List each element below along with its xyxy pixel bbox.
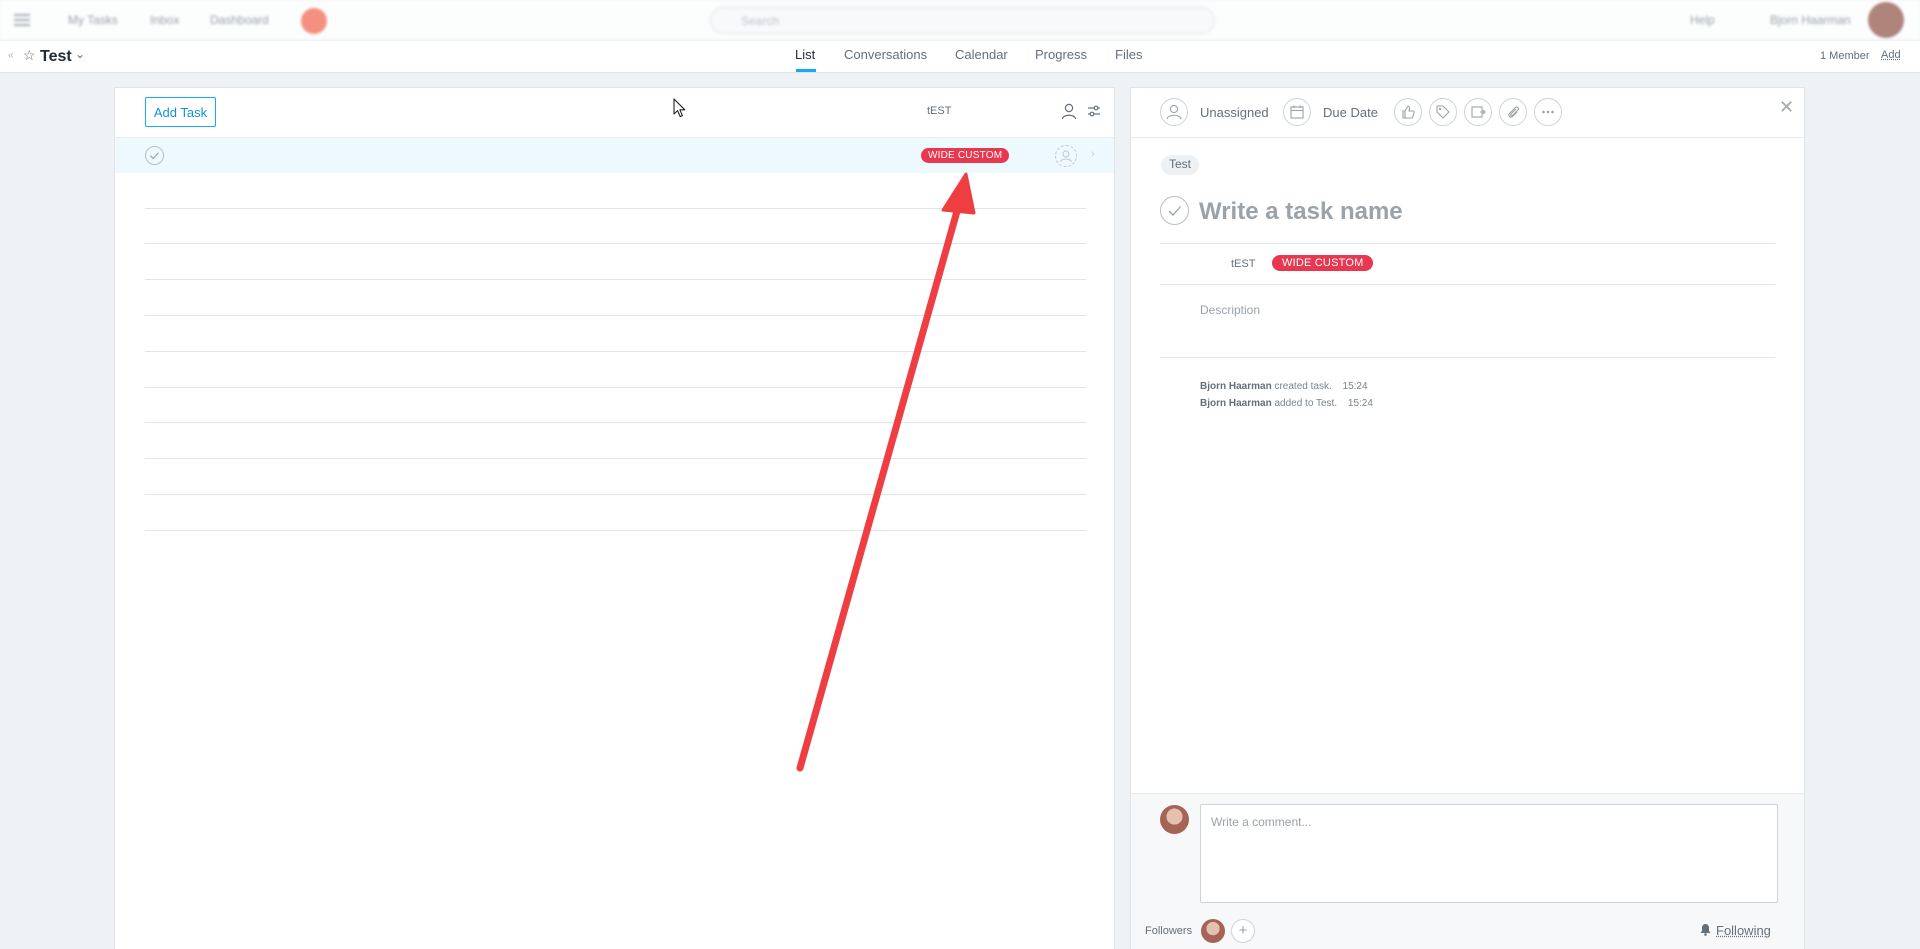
activity-action: created task. [1274,381,1331,392]
calendar-icon [1284,99,1310,125]
move-project-button[interactable] [1464,98,1492,126]
tab-calendar[interactable]: Calendar [955,47,1008,62]
add-member-link[interactable]: Add [1881,49,1901,61]
like-button[interactable] [1394,98,1422,126]
follower-avatar[interactable] [1201,919,1225,943]
organization-avatar[interactable] [301,8,327,34]
tags-button[interactable] [1429,98,1457,126]
empty-task-row[interactable] [145,315,1086,316]
empty-task-row[interactable] [145,279,1086,280]
empty-task-row[interactable] [145,422,1086,423]
tab-list[interactable]: List [795,47,815,62]
member-count[interactable]: 1 Member [1820,50,1870,62]
add-task-button[interactable]: Add Task [145,97,216,127]
due-date-label[interactable]: Due Date [1323,105,1378,120]
thumbs-up-icon [1395,99,1421,125]
tab-conversations[interactable]: Conversations [844,47,927,62]
project-chip[interactable]: Test [1161,155,1199,175]
person-icon [1161,99,1187,125]
activity-time: 15:24 [1348,398,1373,409]
activity-user[interactable]: Bjorn Haarman [1200,381,1272,392]
mouse-pointer-icon [673,98,687,118]
empty-task-row[interactable] [145,243,1086,244]
project-move-icon [1465,99,1491,125]
empty-task-row[interactable] [145,458,1086,459]
activity-time: 15:24 [1343,381,1368,392]
checkmark-icon [145,146,164,165]
user-avatar[interactable] [1868,2,1904,38]
ellipsis-icon [1535,99,1561,125]
search-input[interactable]: Search [710,7,1215,34]
tab-files[interactable]: Files [1115,47,1142,62]
custom-field-column-header[interactable]: tEST [927,105,951,117]
task-list-pane: Add Task tEST WIDE CUSTOM › [114,87,1115,949]
assignee-button[interactable] [1160,98,1188,126]
followers-label: Followers [1145,925,1192,937]
project-tabs: List Conversations Calendar Progress Fil… [0,41,1920,73]
task-complete-checkbox[interactable] [1160,196,1189,225]
task-complete-checkbox[interactable] [145,146,164,165]
assignee-filter-icon[interactable] [1061,103,1077,120]
search-placeholder: Search [741,14,779,28]
task-detail-pane: Unassigned Due Date ✕ Test Write a task … [1130,87,1805,949]
hamburger-menu-icon[interactable] [14,14,30,26]
activity-item: Bjorn Haarman added to Test. 15:24 [1200,398,1373,409]
top-navigation-bar: My Tasks Inbox Dashboard Search Help Bjo… [0,0,1920,41]
activity-item: Bjorn Haarman created task. 15:24 [1200,381,1368,392]
activity-action: added to Test. [1274,398,1337,409]
empty-task-row[interactable] [145,387,1086,388]
comment-input[interactable] [1200,804,1778,903]
paperclip-icon [1500,99,1526,125]
sort-options-icon[interactable] [1087,104,1101,118]
user-name[interactable]: Bjorn Haarman [1770,13,1851,27]
nav-dashboard[interactable]: Dashboard [210,13,269,27]
description-field[interactable]: Description [1200,303,1260,317]
row-open-chevron-icon[interactable]: › [1091,148,1095,160]
empty-task-row[interactable] [145,208,1086,209]
attachment-button[interactable] [1499,98,1527,126]
empty-task-row[interactable] [145,494,1086,495]
project-header: « ☆ Test ⌄ List Conversations Calendar P… [0,41,1920,73]
tab-progress[interactable]: Progress [1035,47,1087,62]
custom-field-name: tEST [1231,258,1255,270]
custom-field-value[interactable]: WIDE CUSTOM [1272,255,1373,271]
nav-inbox[interactable]: Inbox [150,13,179,27]
divider [1160,243,1775,244]
detail-header-divider [1131,137,1804,138]
due-date-button[interactable] [1283,98,1311,126]
row-assignee-icon[interactable] [1055,145,1077,167]
bell-icon [1699,923,1712,936]
commenter-avatar [1160,805,1189,834]
close-icon[interactable]: ✕ [1779,97,1794,118]
task-name-input[interactable] [1199,198,1759,226]
help-menu[interactable]: Help [1690,13,1715,27]
add-follower-button[interactable]: + [1231,919,1255,943]
active-tab-indicator [796,69,816,72]
assignee-label[interactable]: Unassigned [1200,105,1269,120]
nav-my-tasks[interactable]: My Tasks [68,13,118,27]
tag-icon [1430,99,1456,125]
divider [1160,357,1775,358]
activity-user[interactable]: Bjorn Haarman [1200,398,1272,409]
empty-task-row[interactable] [145,351,1086,352]
following-label: Following [1716,923,1771,938]
more-actions-button[interactable] [1534,98,1562,126]
divider [1160,284,1775,285]
checkmark-icon [1160,196,1189,225]
empty-task-row[interactable] [145,530,1086,531]
task-row[interactable]: WIDE CUSTOM › [115,138,1114,173]
following-toggle[interactable]: Following [1699,923,1771,938]
custom-field-tag[interactable]: WIDE CUSTOM [921,148,1009,163]
